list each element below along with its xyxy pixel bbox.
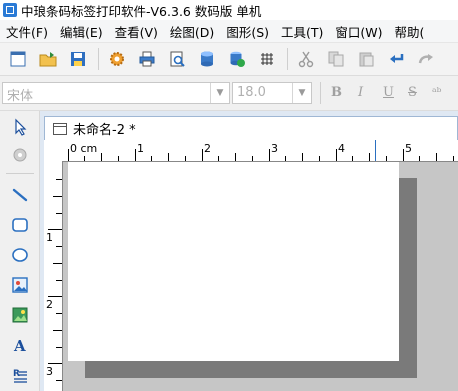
- redo-icon[interactable]: [414, 47, 438, 71]
- menu-shape[interactable]: 图形(S): [220, 22, 275, 41]
- print-icon[interactable]: [135, 47, 159, 71]
- menu-window[interactable]: 窗口(W): [329, 22, 388, 41]
- title-bar: 中琅条码标签打印软件-V6.3.6 数码版 单机: [0, 0, 458, 20]
- document-area: 未命名-2 * 0 cm 1 2 3 4 5 1 2 3: [40, 111, 458, 391]
- chevron-down-icon[interactable]: ▼: [210, 83, 229, 103]
- ruler-label: 5: [405, 142, 412, 155]
- bold-button[interactable]: B: [331, 85, 342, 100]
- cut-icon[interactable]: [294, 47, 318, 71]
- toolbar-separator: [98, 48, 99, 70]
- font-family-value: 宋体: [7, 89, 34, 104]
- grid-icon[interactable]: [255, 47, 279, 71]
- superscript-button[interactable]: ᵃᵇ: [432, 85, 441, 99]
- menu-file[interactable]: 文件(F): [0, 22, 54, 41]
- svg-text:R: R: [13, 369, 20, 379]
- font-toolbar: 宋体 ▼ 18.0 ▼ B I U S ᵃᵇ: [0, 76, 458, 111]
- ruler-label: 3: [46, 365, 53, 378]
- ruler-label: 2: [204, 142, 211, 155]
- menu-edit[interactable]: 编辑(E): [54, 22, 109, 41]
- ruler-horizontal: 0 cm 1 2 3 4 5: [44, 140, 458, 162]
- document-tab[interactable]: 未命名-2 *: [44, 116, 458, 140]
- menu-draw[interactable]: 绘图(D): [164, 22, 220, 41]
- line-tool-icon[interactable]: [8, 183, 32, 207]
- menu-tools[interactable]: 工具(T): [275, 22, 329, 41]
- drawing-tools-sidebar: A R: [0, 111, 40, 391]
- document-icon: [53, 122, 67, 135]
- strikethrough-button[interactable]: S: [408, 85, 417, 100]
- document-tab-title: 未命名-2 *: [73, 123, 136, 138]
- design-canvas[interactable]: 0 cm 1 2 3 4 5 1 2 3: [44, 140, 458, 391]
- toolbar-separator: [320, 82, 321, 104]
- toolbar-separator: [6, 173, 34, 174]
- ellipse-tool-icon[interactable]: [8, 243, 32, 267]
- new-file-icon[interactable]: [6, 47, 30, 71]
- ruler-corner: [44, 140, 62, 161]
- pan-hand-icon[interactable]: [8, 143, 32, 167]
- ruler-label: 4: [338, 142, 345, 155]
- print-preview-icon[interactable]: [165, 47, 189, 71]
- copy-icon[interactable]: [324, 47, 348, 71]
- save-icon[interactable]: [66, 47, 90, 71]
- picture-tool-icon[interactable]: [8, 303, 32, 327]
- menu-bar: 文件(F) 编辑(E) 查看(V) 绘图(D) 图形(S) 工具(T) 窗口(W…: [0, 20, 458, 43]
- database-icon[interactable]: [195, 47, 219, 71]
- ruler-label: 1: [137, 142, 144, 155]
- rounded-rect-tool-icon[interactable]: [8, 213, 32, 237]
- svg-text:A: A: [13, 337, 26, 354]
- italic-button[interactable]: I: [358, 85, 363, 100]
- window-title: 中琅条码标签打印软件-V6.3.6 数码版 单机: [21, 3, 262, 19]
- font-size-value: 18.0: [237, 85, 266, 100]
- ruler-label: 2: [46, 298, 53, 311]
- font-size-select[interactable]: 18.0 ▼: [232, 82, 312, 104]
- ruler-label: 1: [46, 231, 53, 244]
- font-family-select[interactable]: 宋体 ▼: [2, 82, 230, 104]
- main-toolbar: [0, 43, 458, 76]
- label-page[interactable]: [68, 161, 399, 361]
- settings-gear-icon[interactable]: [105, 47, 129, 71]
- menu-view[interactable]: 查看(V): [109, 22, 164, 41]
- undo-icon[interactable]: [384, 47, 408, 71]
- toolbar-separator: [287, 48, 288, 70]
- ruler-vertical: 1 2 3: [44, 161, 63, 391]
- select-pointer-icon[interactable]: [8, 115, 32, 139]
- open-folder-icon[interactable]: [36, 47, 60, 71]
- chevron-down-icon[interactable]: ▼: [292, 83, 311, 103]
- multiline-text-tool-icon[interactable]: R: [8, 363, 32, 387]
- menu-help[interactable]: 帮助(: [389, 22, 431, 41]
- ruler-label: 3: [271, 142, 278, 155]
- ruler-label: 0 cm: [70, 142, 98, 155]
- image-tool-icon[interactable]: [8, 273, 32, 297]
- underline-button[interactable]: U: [383, 85, 394, 100]
- text-tool-icon[interactable]: A: [8, 333, 32, 357]
- paste-icon[interactable]: [354, 47, 378, 71]
- database-refresh-icon[interactable]: [225, 47, 249, 71]
- app-logo-icon: [3, 3, 17, 17]
